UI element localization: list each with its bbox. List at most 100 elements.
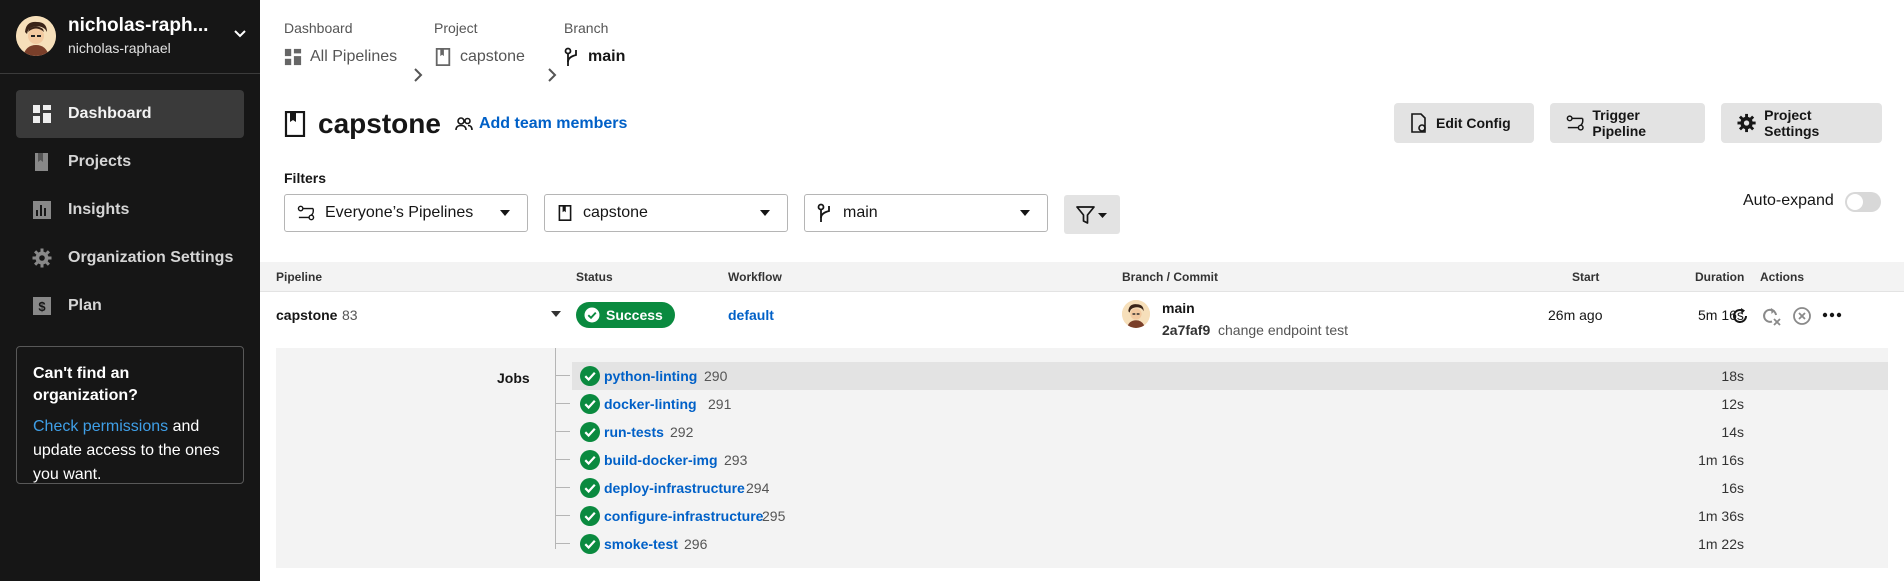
branch-filter-select[interactable]: main [804, 194, 1048, 232]
jobs-panel: Jobs python-linting 290 18s docker-linti… [276, 348, 1888, 568]
help-title: Can't find an organization? [33, 365, 138, 404]
auto-expand-toggle[interactable] [1845, 192, 1881, 212]
org-name: nicholas-raph... [68, 14, 209, 36]
breadcrumb-branch[interactable]: Branch main [564, 18, 625, 69]
check-permissions-link[interactable]: Check permissions [33, 418, 168, 435]
sidebar-divider [0, 73, 260, 74]
edit-config-button[interactable]: Edit Config [1394, 103, 1534, 143]
job-row[interactable]: build-docker-img 293 1m 16s [556, 446, 1888, 474]
project-filter-value: capstone [583, 204, 648, 221]
add-team-members-link[interactable]: Add team members [455, 115, 628, 133]
branch-filter-value: main [843, 204, 878, 221]
trigger-pipeline-label: Trigger Pipeline [1592, 107, 1647, 139]
jobs-label: Jobs [497, 370, 530, 386]
people-icon [455, 117, 473, 131]
breadcrumb-dashboard[interactable]: Dashboard All Pipelines [284, 18, 397, 69]
dollar-icon: $ [33, 297, 51, 315]
rerun-icon[interactable] [1730, 306, 1750, 326]
job-name[interactable]: build-docker-img [604, 452, 718, 468]
sidebar-item-label: Plan [68, 297, 102, 314]
job-duration: 14s [1721, 424, 1744, 440]
tree-line [555, 348, 556, 549]
caret-down-icon [500, 210, 510, 216]
pipeline-icon [1566, 115, 1584, 131]
check-circle-icon [580, 422, 600, 442]
job-name[interactable]: smoke-test [604, 536, 678, 552]
workflow-link[interactable]: default [728, 307, 774, 323]
check-circle-icon [580, 478, 600, 498]
job-row[interactable]: docker-linting 291 12s [556, 390, 1888, 418]
job-row[interactable]: run-tests 292 14s [556, 418, 1888, 446]
job-number: 295 [762, 508, 786, 524]
rerun-failed-icon[interactable] [1760, 306, 1782, 326]
job-number: 294 [746, 480, 770, 496]
sidebar-item-label: Insights [68, 201, 130, 218]
breadcrumb-project[interactable]: Project capstone [434, 18, 525, 69]
auto-expand-label: Auto-expand [1743, 192, 1834, 209]
gear-icon [32, 248, 52, 268]
pipeline-row: capstone 83 Success default main 2a7faf9… [260, 292, 1904, 348]
commit-message: change endpoint test [1218, 322, 1348, 338]
chevron-right-icon [414, 68, 423, 82]
sidebar-item-projects[interactable]: Projects [16, 138, 244, 186]
filters-label: Filters [284, 170, 327, 186]
job-name[interactable]: docker-linting [604, 396, 697, 412]
col-actions: Actions [1760, 270, 1805, 284]
job-row[interactable]: configure-infrastructure 295 1m 36s [556, 502, 1888, 530]
advanced-filter-button[interactable] [1064, 195, 1120, 234]
job-name[interactable]: python-linting [604, 368, 697, 384]
job-name[interactable]: configure-infrastructure [604, 508, 763, 524]
job-duration: 12s [1721, 396, 1744, 412]
job-duration: 1m 16s [1698, 452, 1744, 468]
more-icon[interactable] [1822, 312, 1842, 318]
avatar [1122, 300, 1150, 328]
add-team-label: Add team members [478, 115, 628, 132]
insights-icon [33, 201, 51, 219]
branch-icon [817, 203, 830, 222]
table-header: Pipeline Status Workflow Branch / Commit… [260, 262, 1904, 292]
trigger-pipeline-button[interactable]: Trigger Pipeline [1550, 103, 1705, 143]
project-settings-label: Project Settings [1764, 107, 1820, 139]
avatar [16, 16, 56, 56]
org-switcher[interactable]: nicholas-raph... nicholas-raphael [16, 14, 252, 58]
job-name[interactable]: deploy-infrastructure [604, 480, 745, 496]
chevron-down-icon[interactable] [232, 26, 248, 42]
sidebar: nicholas-raph... nicholas-raphael Dashbo… [0, 0, 260, 581]
job-name[interactable]: run-tests [604, 424, 664, 440]
job-duration: 1m 22s [1698, 536, 1744, 552]
projects-icon [35, 153, 48, 171]
pipelines-filter-value: Everyone’s Pipelines [325, 204, 474, 221]
job-row[interactable]: smoke-test 296 1m 22s [556, 530, 1888, 558]
breadcrumb-value: All Pipelines [310, 48, 398, 65]
sidebar-item-label: Dashboard [68, 105, 152, 122]
breadcrumb-caption: Branch [564, 20, 609, 36]
check-circle-icon [580, 506, 600, 526]
cancel-icon[interactable] [1792, 306, 1812, 326]
job-number: 296 [684, 536, 708, 552]
status-badge[interactable]: Success [576, 302, 675, 328]
project-settings-button[interactable]: Project Settings [1721, 103, 1882, 143]
org-username: nicholas-raphael [68, 39, 171, 56]
caret-down-icon [1020, 210, 1030, 216]
sidebar-item-label: Projects [68, 153, 132, 170]
job-duration: 18s [1721, 368, 1744, 384]
sidebar-item-organization-settings[interactable]: Organization Settings [16, 234, 244, 282]
breadcrumb-value: main [588, 48, 626, 65]
commit-hash[interactable]: 2a7faf9 [1162, 322, 1210, 338]
job-row[interactable]: deploy-infrastructure 294 16s [556, 474, 1888, 502]
job-row[interactable]: python-linting 290 18s [556, 362, 1888, 390]
dashboard-icon [284, 48, 302, 66]
pipeline-name[interactable]: capstone [276, 307, 337, 323]
pipelines-filter-select[interactable]: Everyone’s Pipelines [284, 194, 528, 232]
sidebar-item-insights[interactable]: Insights [16, 186, 244, 234]
pipeline-icon [297, 205, 315, 221]
sidebar-nav: Dashboard Projects Insights Organization… [16, 90, 244, 330]
check-circle-icon [584, 307, 600, 323]
sidebar-item-dashboard[interactable]: Dashboard [16, 90, 244, 138]
toggle-knob [1847, 194, 1863, 210]
expand-caret-icon[interactable] [551, 311, 561, 317]
project-filter-select[interactable]: capstone [544, 194, 788, 232]
col-duration: Duration [1695, 270, 1745, 284]
sidebar-item-plan[interactable]: $ Plan [16, 282, 244, 330]
page-title: capstone [318, 108, 441, 139]
